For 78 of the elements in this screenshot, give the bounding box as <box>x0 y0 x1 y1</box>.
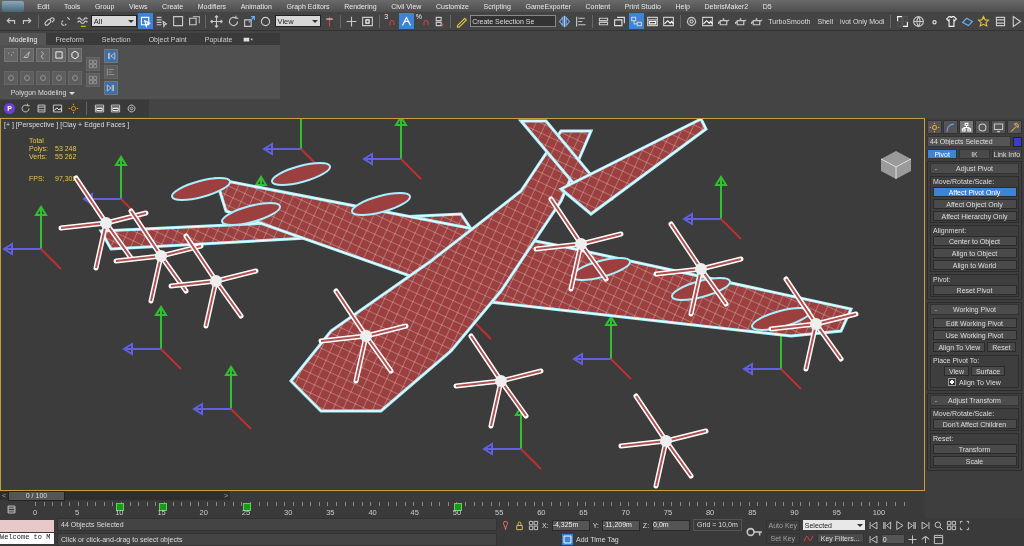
keyframe-marker[interactable] <box>453 503 462 511</box>
overlap-squares-icon <box>188 14 201 28</box>
picture-icon <box>701 14 715 28</box>
curve-tab[interactable] <box>943 120 958 134</box>
star-icon <box>977 14 991 28</box>
edge-icon[interactable] <box>20 48 34 62</box>
mirror-button[interactable] <box>557 13 573 29</box>
frame-icon <box>361 14 375 28</box>
keyframe-marker[interactable] <box>158 503 167 511</box>
photo-camera-icon[interactable] <box>52 103 63 114</box>
refresh-icon[interactable] <box>20 103 31 114</box>
angle-snap-button[interactable] <box>398 13 415 29</box>
rotate-icon <box>226 14 240 28</box>
align-icon <box>574 14 588 28</box>
gear-icon <box>684 14 698 28</box>
stack-icon <box>613 14 627 28</box>
zoom-icon[interactable] <box>932 519 944 531</box>
magnet-icon <box>421 18 430 26</box>
play-icon <box>1010 14 1024 28</box>
schematic-button[interactable] <box>628 13 644 29</box>
broken-link-icon <box>59 14 73 28</box>
circle-tab[interactable] <box>975 120 990 134</box>
list-cursor-icon <box>155 14 169 28</box>
next-frame-icon[interactable] <box>906 519 918 531</box>
move-button[interactable] <box>209 13 225 29</box>
rectangle-button[interactable] <box>170 13 186 29</box>
chain-link-icon <box>42 14 56 28</box>
picture-icon <box>662 14 676 28</box>
rectangle-icon <box>171 14 185 28</box>
schematic-icon <box>629 14 643 28</box>
go-to-start-icon[interactable] <box>867 519 879 531</box>
move-icon <box>210 14 224 28</box>
polygon-icon[interactable] <box>52 48 66 62</box>
star-button[interactable] <box>976 13 992 29</box>
wave-icon <box>75 14 89 28</box>
checkbox[interactable] <box>948 378 957 386</box>
angle-snap-icon <box>400 14 413 28</box>
lock-icon[interactable] <box>514 519 525 531</box>
magnet-icon <box>388 18 397 26</box>
hierarchy-icon <box>961 121 972 133</box>
go-to-end-icon[interactable] <box>919 519 931 531</box>
sun-tab[interactable] <box>927 120 942 134</box>
gear-icon[interactable] <box>126 103 137 114</box>
cursor-button[interactable] <box>137 13 154 29</box>
scale-button[interactable] <box>241 13 258 29</box>
monitor-tab[interactable] <box>991 120 1006 134</box>
window-icon[interactable] <box>110 103 121 114</box>
scale-icon <box>243 14 257 28</box>
maximize-icon[interactable] <box>932 533 944 545</box>
mirror-icon <box>558 14 572 28</box>
monitor-icon <box>993 121 1004 133</box>
crosshair-icon <box>345 14 359 28</box>
hierarchy-tab[interactable] <box>959 120 974 134</box>
script-listener-field[interactable] <box>0 520 54 532</box>
curve-icon <box>945 121 956 133</box>
window-icon[interactable] <box>94 103 105 114</box>
hammer-icon <box>1009 121 1020 133</box>
previous-frame-icon[interactable] <box>880 519 892 531</box>
time-tag-icon[interactable] <box>562 533 573 545</box>
play-icon[interactable] <box>893 519 905 531</box>
keyframe-marker[interactable] <box>116 503 125 511</box>
grid-icon[interactable] <box>528 519 539 531</box>
sun-icon <box>929 121 940 133</box>
shirt-button[interactable] <box>943 13 959 29</box>
keyframe-marker[interactable] <box>242 503 251 511</box>
zoom-extents-icon[interactable] <box>958 519 970 531</box>
panel-icon <box>646 14 660 28</box>
globe-icon <box>911 14 925 28</box>
pin-icon[interactable] <box>500 519 511 531</box>
pan-icon[interactable] <box>906 533 918 545</box>
element-icon[interactable] <box>68 48 82 62</box>
object-color-swatch[interactable] <box>1013 136 1022 147</box>
grid-icon[interactable] <box>945 519 957 531</box>
shirt-icon <box>944 14 958 28</box>
view-cube-icon[interactable] <box>880 151 912 180</box>
cursor-icon <box>138 14 152 28</box>
hammer-tab[interactable] <box>1007 120 1022 134</box>
globe-button[interactable] <box>910 13 927 29</box>
